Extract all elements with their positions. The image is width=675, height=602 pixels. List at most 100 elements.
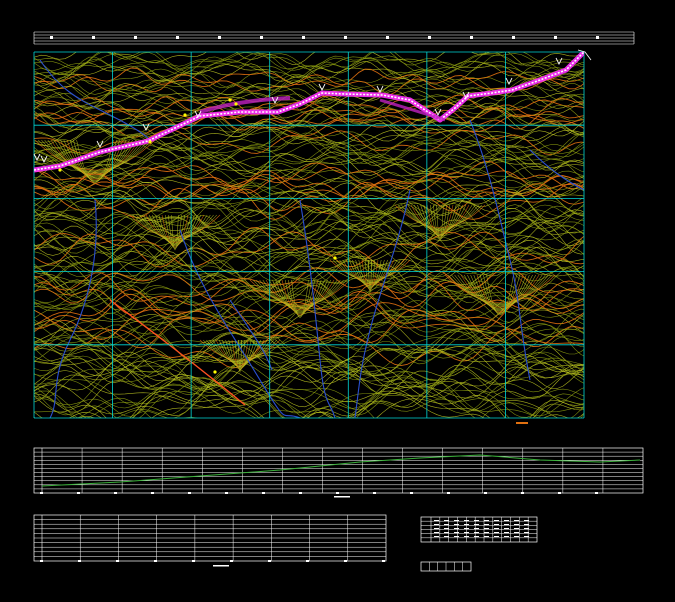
station-tick — [558, 492, 561, 494]
station-tick — [344, 560, 347, 562]
table-cell-text — [444, 528, 449, 529]
table-cell-text — [484, 528, 489, 529]
table-cell-text — [484, 524, 489, 525]
table-cell-text — [494, 520, 499, 521]
table-cell-text — [474, 536, 479, 537]
table-cell-text — [524, 528, 529, 529]
table-cell-text — [494, 536, 499, 537]
table-cell-text — [494, 524, 499, 525]
station-tick — [40, 560, 43, 562]
table-cell-text — [484, 520, 489, 521]
table-cell-text — [464, 520, 469, 521]
table-cell-text — [474, 528, 479, 529]
station-tick — [382, 560, 385, 562]
station-tick — [595, 492, 598, 494]
title-tick — [554, 36, 557, 39]
station-tick — [484, 492, 487, 494]
table-cell-text — [454, 520, 459, 521]
station-tick — [225, 492, 228, 494]
title-strip — [33, 31, 635, 45]
curve-data-table — [420, 516, 538, 543]
table-cell-text — [454, 524, 459, 525]
station-tick — [447, 492, 450, 494]
table-cell-text — [484, 532, 489, 533]
station-marker-icon — [58, 168, 62, 172]
title-tick — [260, 36, 263, 39]
table-cell-text — [444, 536, 449, 537]
table-cell-text — [514, 532, 519, 533]
station-tick — [116, 560, 119, 562]
title-tick — [470, 36, 473, 39]
station-tick — [336, 492, 339, 494]
table-cell-text — [524, 520, 529, 521]
table-cell-text — [524, 532, 529, 533]
table-cell-text — [434, 532, 439, 533]
title-tick — [386, 36, 389, 39]
station-tick — [306, 560, 309, 562]
table-cell-text — [474, 532, 479, 533]
table-cell-text — [504, 524, 509, 525]
station-marker-icon — [333, 256, 337, 260]
station-tick — [410, 492, 413, 494]
table-cell-text — [464, 528, 469, 529]
station-tick — [192, 560, 195, 562]
station-tick — [230, 560, 233, 562]
table-cell-text — [524, 536, 529, 537]
table-cell-text — [444, 532, 449, 533]
table-cell-text — [464, 524, 469, 525]
scale-bar — [516, 422, 528, 424]
station-tick — [40, 492, 43, 494]
station-tick — [77, 492, 80, 494]
title-tick — [302, 36, 305, 39]
station-marker-icon — [148, 140, 152, 144]
table-cell-text — [474, 520, 479, 521]
section-scale-bar — [213, 565, 229, 567]
station-marker-icon — [234, 102, 238, 106]
table-cell-text — [454, 532, 459, 533]
title-tick — [50, 36, 53, 39]
station-tick — [114, 492, 117, 494]
table-cell-text — [504, 532, 509, 533]
station-tick — [151, 492, 154, 494]
table-border — [33, 447, 644, 494]
station-tick — [373, 492, 376, 494]
table-cell-text — [434, 524, 439, 525]
cross-section-table — [33, 514, 387, 567]
title-tick — [218, 36, 221, 39]
table-cell-text — [514, 536, 519, 537]
table-cell-text — [434, 520, 439, 521]
table-cell-text — [464, 532, 469, 533]
table-cell-text — [474, 524, 479, 525]
station-tick — [262, 492, 265, 494]
station-tick — [521, 492, 524, 494]
station-tick — [154, 560, 157, 562]
table-cell-text — [484, 536, 489, 537]
station-tick — [78, 560, 81, 562]
legend-box — [420, 561, 472, 572]
table-cell-text — [514, 524, 519, 525]
table-cell-text — [494, 532, 499, 533]
profile-ground-line — [41, 454, 641, 487]
table-cell-text — [444, 520, 449, 521]
table-cell-text — [514, 528, 519, 529]
title-tick — [134, 36, 137, 39]
table-cell-text — [514, 520, 519, 521]
table-cell-text — [444, 524, 449, 525]
title-tick — [344, 36, 347, 39]
title-tick — [92, 36, 95, 39]
title-tick — [176, 36, 179, 39]
station-marker-icon — [213, 370, 217, 374]
table-cell-text — [504, 520, 509, 521]
table-cell-text — [454, 528, 459, 529]
station-marker-icon — [228, 98, 232, 102]
title-tick — [428, 36, 431, 39]
table-cell-text — [504, 536, 509, 537]
station-tick — [299, 492, 302, 494]
title-tick — [512, 36, 515, 39]
table-cell-text — [524, 524, 529, 525]
table-cell-text — [464, 536, 469, 537]
station-tick — [188, 492, 191, 494]
table-cell-text — [434, 536, 439, 537]
longitudinal-profile-table — [33, 447, 644, 498]
profile-scale-bar — [334, 496, 350, 498]
